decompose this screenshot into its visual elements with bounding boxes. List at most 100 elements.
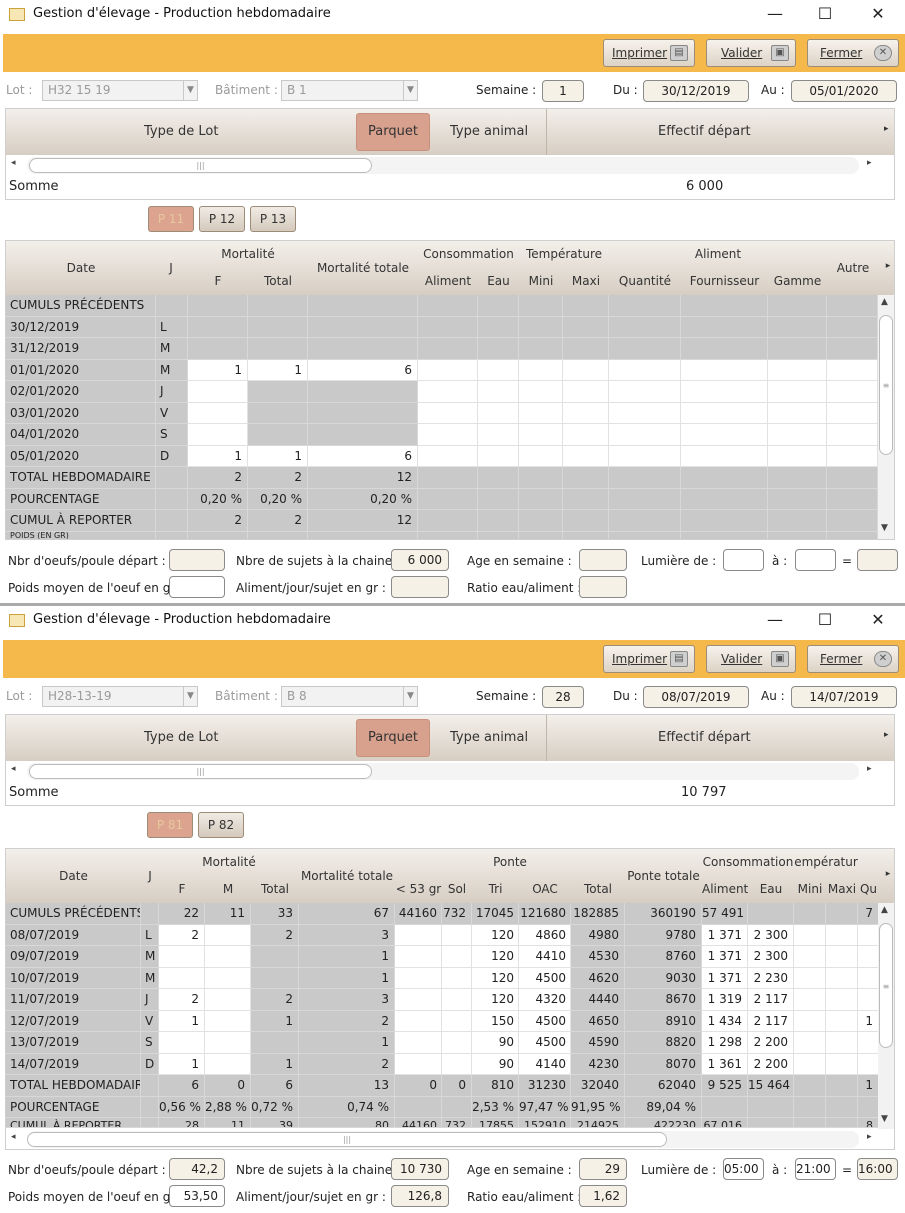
scroll-left-icon[interactable]: ◂ (11, 158, 16, 168)
grid-cell-lt53[interactable] (395, 1032, 442, 1054)
week-field[interactable]: 28 (542, 686, 584, 708)
grid-cell[interactable] (681, 359, 768, 381)
grid-cell-sol[interactable] (442, 1032, 472, 1054)
water-feed-ratio-field[interactable] (579, 576, 627, 598)
egg-weight-field[interactable] (169, 576, 225, 598)
grid-cell-lt53[interactable] (395, 989, 442, 1011)
grid-cell[interactable] (478, 424, 519, 446)
building-select[interactable]: B 8 ▼ (281, 686, 418, 707)
grid-cell[interactable] (519, 445, 563, 467)
grid-cell-qu[interactable] (858, 1032, 879, 1054)
column-parquet[interactable]: Parquet (356, 719, 430, 757)
grid-cell[interactable] (827, 402, 878, 424)
grid-cell[interactable] (519, 359, 563, 381)
grid-cell-f[interactable]: 1 (188, 359, 248, 381)
grid-cell-oac[interactable]: 4320 (519, 989, 571, 1011)
grid-cell-eau[interactable]: 2 117 (748, 1010, 794, 1032)
grid-cell-sol[interactable] (442, 1010, 472, 1032)
scroll-right-icon[interactable]: ▸ (867, 764, 872, 774)
scroll-thumb[interactable]: ||| (29, 764, 372, 779)
grid-vertical-scrollbar[interactable]: ▲ ≡ ▼ (878, 903, 894, 1129)
grid-cell-mini[interactable] (794, 946, 826, 968)
subjects-field[interactable]: 10 730 (391, 1158, 449, 1180)
grid-cell-sol[interactable] (442, 924, 472, 946)
grid-cell-tri[interactable]: 120 (472, 946, 519, 968)
grid-cell[interactable] (563, 359, 609, 381)
water-feed-ratio-field[interactable]: 1,62 (579, 1185, 627, 1207)
scroll-right-icon[interactable]: ▸ (867, 158, 872, 168)
tab-parquet-1[interactable]: P 81 (147, 812, 193, 838)
grid-cell-m[interactable] (205, 1053, 251, 1075)
grid-cell-eau[interactable]: 2 230 (748, 967, 794, 989)
grid-cell-eau[interactable]: 2 117 (748, 989, 794, 1011)
grid-cell-mini[interactable] (794, 1010, 826, 1032)
grid-cell-mt[interactable]: 6 (308, 445, 418, 467)
scroll-up-icon[interactable]: ▲ (881, 905, 888, 915)
grid-cell-m[interactable] (205, 1032, 251, 1054)
grid-cell-m[interactable] (205, 1010, 251, 1032)
grid-cell-oac[interactable]: 4140 (519, 1053, 571, 1075)
grid-cell[interactable] (418, 445, 478, 467)
eggs-per-hen-field[interactable] (169, 549, 225, 571)
grid-cell-eau[interactable]: 2 200 (748, 1053, 794, 1075)
grid-cell[interactable] (681, 424, 768, 446)
grid-cell-m[interactable] (205, 924, 251, 946)
grid-cell-lt53[interactable] (395, 967, 442, 989)
minimize-icon[interactable]: — (763, 609, 787, 631)
week-field[interactable]: 1 (542, 80, 584, 102)
grid-cell-f[interactable] (159, 967, 205, 989)
grid-cell-ali[interactable]: 1 319 (702, 989, 748, 1011)
close-button[interactable]: Fermer ✕ (807, 645, 899, 673)
grid-cell-f[interactable]: 1 (159, 1010, 205, 1032)
grid-cell-lt53[interactable] (395, 924, 442, 946)
grid-cell-tri[interactable]: 120 (472, 989, 519, 1011)
grid-cell[interactable] (768, 445, 827, 467)
grid-cell[interactable] (563, 381, 609, 403)
grid-cell[interactable] (563, 424, 609, 446)
grid-cell-f[interactable]: 1 (159, 1053, 205, 1075)
grid-cell-sol[interactable] (442, 946, 472, 968)
grid-cell-ali[interactable]: 1 371 (702, 924, 748, 946)
scroll-thumb[interactable]: ≡ (879, 315, 893, 455)
grid-cell[interactable] (609, 359, 681, 381)
grid-cell-tri[interactable]: 120 (472, 967, 519, 989)
grid-horizontal-scrollbar[interactable]: ◂ ||| ▸ (9, 1131, 872, 1148)
lot-horizontal-scrollbar[interactable]: ◂ ||| ▸ (9, 157, 872, 174)
grid-cell-f[interactable] (188, 424, 248, 446)
grid-cell[interactable] (478, 445, 519, 467)
grid-cell-maxi[interactable] (826, 1032, 858, 1054)
grid-cell-total[interactable]: 1 (248, 359, 308, 381)
lot-horizontal-scrollbar[interactable]: ◂ ||| ▸ (9, 763, 872, 780)
grid-cell-eau[interactable]: 2 300 (748, 924, 794, 946)
grid-cell[interactable] (768, 402, 827, 424)
grid-cell[interactable] (478, 381, 519, 403)
egg-weight-field[interactable]: 53,50 (169, 1185, 225, 1207)
grid-cell[interactable] (418, 424, 478, 446)
validate-button[interactable]: Valider ▣ (706, 39, 796, 67)
grid-cell-m[interactable] (205, 989, 251, 1011)
date-to-field[interactable]: 14/07/2019 (791, 686, 897, 708)
grid-cell-oac[interactable]: 4860 (519, 924, 571, 946)
print-button[interactable]: Imprimer ▤ (603, 39, 695, 67)
validate-button[interactable]: Valider ▣ (706, 645, 796, 673)
scroll-thumb[interactable]: ||| (27, 1132, 667, 1147)
grid-cell-ali[interactable]: 1 434 (702, 1010, 748, 1032)
grid-cell-eau[interactable]: 2 300 (748, 946, 794, 968)
grid-cell-sol[interactable] (442, 967, 472, 989)
grid-cell-total[interactable]: 1 (248, 445, 308, 467)
building-select[interactable]: B 1 ▼ (281, 80, 418, 101)
grid-cell-maxi[interactable] (826, 967, 858, 989)
grid-cell-tri[interactable]: 90 (472, 1053, 519, 1075)
grid-cell-qu[interactable] (858, 924, 879, 946)
grid-cell-qu[interactable]: 1 (858, 1010, 879, 1032)
grid-cell[interactable] (418, 359, 478, 381)
grid-vertical-scrollbar[interactable]: ▲ ≡ ▼ (878, 295, 894, 539)
grid-cell-ali[interactable]: 1 371 (702, 967, 748, 989)
grid-cell-ali[interactable]: 1 298 (702, 1032, 748, 1054)
grid-cell-sol[interactable] (442, 989, 472, 1011)
grid-cell-m[interactable] (205, 967, 251, 989)
grid-cell-ali[interactable]: 1 361 (702, 1053, 748, 1075)
grid-cell-oac[interactable]: 4500 (519, 1010, 571, 1032)
grid-cell-qu[interactable] (858, 967, 879, 989)
grid-cell-tri[interactable]: 150 (472, 1010, 519, 1032)
